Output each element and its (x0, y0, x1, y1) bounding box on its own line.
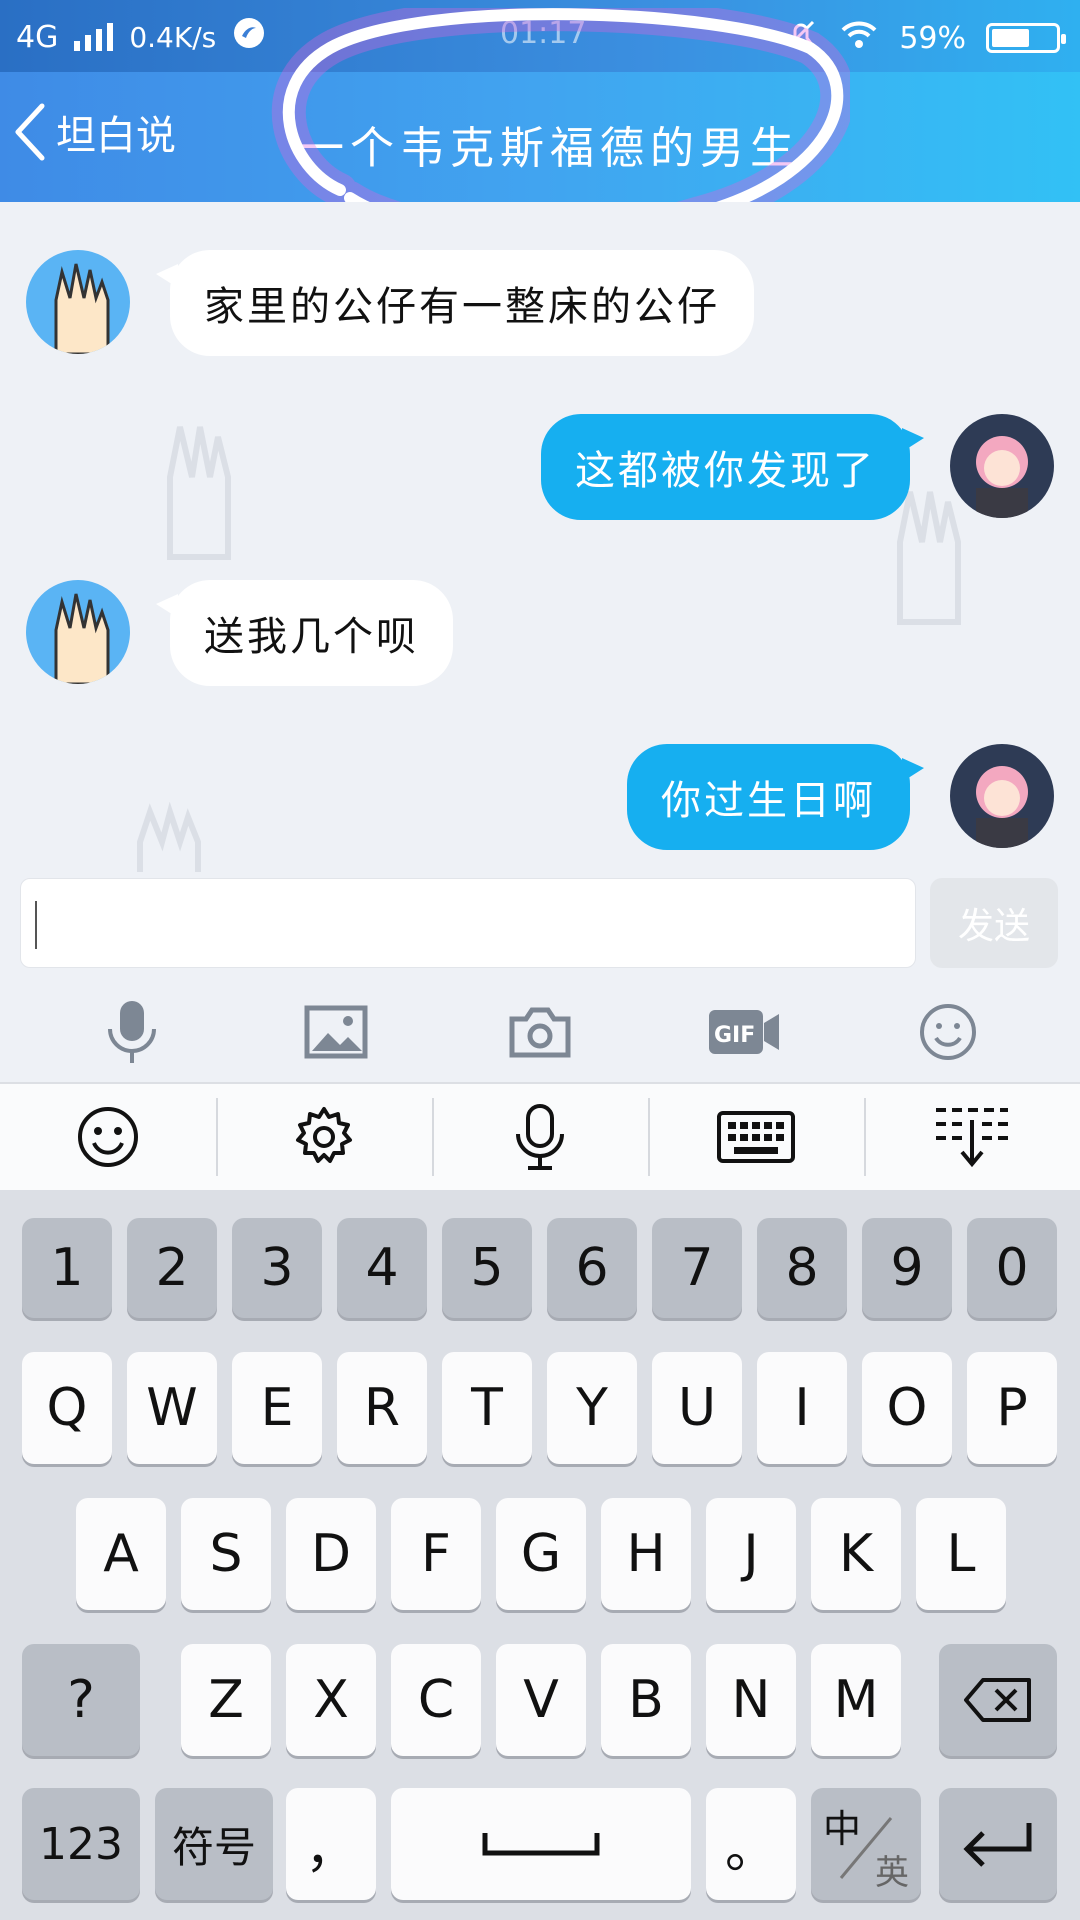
space-key[interactable] (391, 1788, 691, 1900)
keyboard-icon (717, 1111, 795, 1163)
key-8[interactable]: 8 (757, 1218, 847, 1318)
camera-icon[interactable] (500, 992, 580, 1072)
back-label: 坦白说 (56, 113, 176, 159)
hand-avatar-icon (54, 263, 110, 354)
key-i[interactable]: I (757, 1352, 847, 1464)
collapse-keyboard-icon (936, 1108, 1008, 1168)
key-p[interactable]: P (967, 1352, 1057, 1464)
key-l[interactable]: L (916, 1498, 1006, 1610)
battery-percent: 59% (899, 20, 966, 56)
key-t[interactable]: T (442, 1352, 532, 1464)
key-f[interactable]: F (391, 1498, 481, 1610)
key-4[interactable]: 4 (337, 1218, 427, 1318)
signal-icon (74, 23, 114, 51)
user-avatar[interactable] (950, 414, 1054, 518)
back-button[interactable]: 坦白说 (10, 100, 176, 164)
key-w[interactable]: W (127, 1352, 217, 1464)
key-123[interactable]: 123 (22, 1788, 140, 1900)
network-label: 4G (16, 19, 59, 55)
net-speed: 0.4K/s (129, 20, 217, 54)
backspace-icon (964, 1678, 1031, 1722)
symbols-key[interactable]: 符号 (155, 1788, 273, 1900)
message-bubble-incoming[interactable]: 家里的公仔有一整床的公仔 (156, 250, 754, 356)
microphone-icon (516, 1104, 564, 1170)
key-1[interactable]: 1 (22, 1218, 112, 1318)
image-icon[interactable] (296, 992, 376, 1072)
contact-avatar[interactable] (26, 250, 130, 354)
key-5[interactable]: 5 (442, 1218, 532, 1318)
battery-icon (986, 23, 1066, 53)
space-icon (482, 1833, 600, 1856)
language-switch-key[interactable]: 中 英 (811, 1788, 921, 1900)
key-h[interactable]: H (601, 1498, 691, 1610)
emoji-icon[interactable] (908, 992, 988, 1072)
gear-icon (296, 1107, 352, 1163)
keyboard-voice-button[interactable] (432, 1084, 648, 1190)
contact-avatar[interactable] (26, 580, 130, 684)
key-a[interactable]: A (76, 1498, 166, 1610)
composer: 发送 GIF (0, 872, 1080, 1082)
chevron-left-icon (15, 103, 45, 161)
browser-icon (232, 16, 266, 58)
key-r[interactable]: R (337, 1352, 427, 1464)
key-v[interactable]: V (496, 1644, 586, 1756)
key-0[interactable]: 0 (967, 1218, 1057, 1318)
chat-area[interactable]: 家里的公仔有一整床的公仔 这都被你发现了 送我几个呗 你过生日啊 (0, 202, 1080, 872)
lang-en-label: 英 (875, 1853, 909, 1893)
svg-text:GIF: GIF (714, 1023, 755, 1048)
key-question[interactable]: ? (22, 1644, 140, 1756)
key-k[interactable]: K (811, 1498, 901, 1610)
key-q[interactable]: Q (22, 1352, 112, 1464)
key-m[interactable]: M (811, 1644, 901, 1756)
hand-avatar-icon (54, 593, 110, 684)
key-9[interactable]: 9 (862, 1218, 952, 1318)
gif-icon[interactable]: GIF (704, 992, 784, 1072)
hand-watermark-icon (137, 802, 201, 872)
emoji-icon (78, 1107, 138, 1167)
message-input[interactable] (20, 878, 916, 968)
key-o[interactable]: O (862, 1352, 952, 1464)
key-x[interactable]: X (286, 1644, 376, 1756)
key-y[interactable]: Y (547, 1352, 637, 1464)
hand-watermark-icon (167, 426, 231, 560)
message-bubble-incoming[interactable]: 送我几个呗 (156, 580, 453, 686)
message-bubble-outgoing[interactable]: 你过生日啊 (627, 744, 924, 850)
key-c[interactable]: C (391, 1644, 481, 1756)
key-b[interactable]: B (601, 1644, 691, 1756)
key-7[interactable]: 7 (652, 1218, 742, 1318)
anime-avatar-icon (976, 436, 1028, 518)
anime-avatar-icon (976, 766, 1028, 848)
user-avatar[interactable] (950, 744, 1054, 848)
text-caret (35, 901, 37, 949)
key-3[interactable]: 3 (232, 1218, 322, 1318)
keyboard-layout-button[interactable] (648, 1084, 864, 1190)
key-6[interactable]: 6 (547, 1218, 637, 1318)
key-d[interactable]: D (286, 1498, 376, 1610)
key-2[interactable]: 2 (127, 1218, 217, 1318)
key-z[interactable]: Z (181, 1644, 271, 1756)
enter-icon (963, 1823, 1032, 1867)
keyboard-toolbar (0, 1082, 1080, 1190)
composer-toolbar: GIF (0, 982, 1080, 1082)
keyboard-collapse-button[interactable] (864, 1084, 1080, 1190)
soft-keyboard: 1 2 3 4 5 6 7 8 9 0 Q W E R T Y U I O P … (0, 1190, 1080, 1920)
key-j[interactable]: J (706, 1498, 796, 1610)
key-n[interactable]: N (706, 1644, 796, 1756)
comma-key[interactable]: ， (286, 1788, 376, 1900)
keyboard-emoji-button[interactable] (0, 1084, 216, 1190)
keyboard-settings-button[interactable] (216, 1084, 432, 1190)
key-s[interactable]: S (181, 1498, 271, 1610)
message-bubble-outgoing[interactable]: 这都被你发现了 (541, 414, 924, 520)
microphone-icon[interactable] (92, 992, 172, 1072)
period-key[interactable]: 。 (706, 1788, 796, 1900)
key-u[interactable]: U (652, 1352, 742, 1464)
key-g[interactable]: G (496, 1498, 586, 1610)
backspace-key[interactable] (939, 1644, 1057, 1756)
enter-key[interactable] (939, 1788, 1057, 1900)
key-e[interactable]: E (232, 1352, 322, 1464)
send-button[interactable]: 发送 (930, 878, 1058, 968)
